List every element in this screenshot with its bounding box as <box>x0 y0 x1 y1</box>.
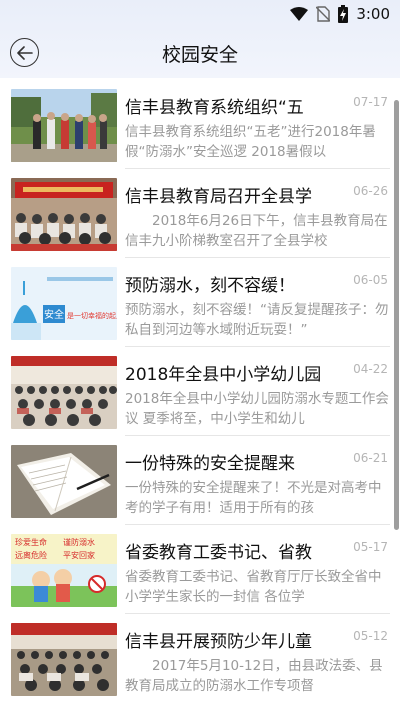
battery-charging-icon <box>338 5 349 23</box>
page-title: 校园安全 <box>161 44 238 66</box>
list-item[interactable]: 信丰县教育系统组织“五 07-17 信丰县教育系统组织“五老”进行2018年暑假… <box>0 84 400 173</box>
article-title: 信丰县教育局召开全县学 <box>125 187 312 207</box>
article-date: 06-26 <box>353 184 388 198</box>
article-date: 05-17 <box>353 540 388 554</box>
article-thumbnail <box>11 445 117 518</box>
article-summary: 信丰县教育系统组织“五老”进行2018年暑假“防溺水”安全巡逻 2018暑假以 <box>125 124 376 160</box>
banner-slogan: 是一切幸福的起点 <box>67 311 117 320</box>
article-title: 2018年全县中小学幼儿园 <box>125 365 322 385</box>
divider <box>125 346 390 347</box>
divider <box>125 613 390 614</box>
article-thumbnail <box>11 178 117 251</box>
no-sim-icon <box>316 6 331 22</box>
article-title: 信丰县开展预防少年儿童 <box>125 632 312 652</box>
scrollbar[interactable] <box>394 100 399 530</box>
article-summary: 省委教育工委书记、省教育厅厅长致全省中小学学生家长的一封信 各位学 <box>125 569 382 605</box>
article-title: 预防溺水，刻不容缓！ <box>125 276 295 296</box>
status-bar: 3:00 <box>0 0 400 28</box>
divider <box>125 257 390 258</box>
article-summary: 预防溺水，刻不容缓！“请反复提醒孩子：勿私自到河边等水域附近玩耍！” <box>125 302 389 338</box>
article-title: 省委教育工委书记、省教 <box>125 543 312 563</box>
status-time: 3:00 <box>356 5 390 23</box>
list-item[interactable]: 信丰县教育局召开全县学 06-26 2018年6月26日下午，信丰县教育局在信丰… <box>0 173 400 262</box>
article-thumbnail <box>11 623 117 696</box>
divider <box>125 524 390 525</box>
article-date: 06-05 <box>353 273 388 287</box>
list-item[interactable]: 2018年全县中小学幼儿园 04-22 2018年全县中小学幼儿园防溺水专题工作… <box>0 351 400 440</box>
article-title: 一份特殊的安全提醒来 <box>125 454 295 474</box>
article-date: 06-21 <box>353 451 388 465</box>
article-date: 05-12 <box>353 629 388 643</box>
app-bar: 校园安全 <box>0 28 400 76</box>
divider <box>125 435 390 436</box>
poster-text-2: 谨防溺水 <box>63 537 95 547</box>
article-summary: 2018年全县中小学幼儿园防溺水专题工作会议 夏季将至，中小学生和幼儿 <box>125 391 389 427</box>
article-thumbnail <box>11 89 117 162</box>
banner-word: 安全 <box>44 308 64 321</box>
poster-text-4: 平安回家 <box>63 550 95 560</box>
poster-text-1: 珍爱生命 <box>15 537 47 547</box>
list-item[interactable]: 珍爱生命 谨防溺水 远离危险 平安回家 省委教育工委书记、省教 05-17 省委… <box>0 529 400 618</box>
list-item[interactable]: 安全 是一切幸福的起点 预防溺水，刻不容缓！ 06-05 预防溺水，刻不容缓！“… <box>0 262 400 351</box>
article-thumbnail: 安全 是一切幸福的起点 <box>11 267 117 340</box>
article-title: 信丰县教育系统组织“五 <box>125 98 304 118</box>
article-summary: 一份特殊的安全提醒来了！不光是对高考中考的学子有用！适用于所有的孩 <box>125 480 382 516</box>
poster-text-3: 远离危险 <box>15 550 47 560</box>
article-date: 04-22 <box>353 362 388 376</box>
article-thumbnail: 珍爱生命 谨防溺水 远离危险 平安回家 <box>11 534 117 607</box>
article-list[interactable]: 信丰县教育系统组织“五 07-17 信丰县教育系统组织“五老”进行2018年暑假… <box>0 84 400 712</box>
list-item[interactable]: 信丰县开展预防少年儿童 05-12 2017年5月10-12日，由县政法委、县教… <box>0 618 400 707</box>
divider <box>125 168 390 169</box>
wifi-icon <box>290 7 309 21</box>
article-summary: 2017年5月10-12日，由县政法委、县教育局成立的防溺水工作专项督 <box>125 658 383 694</box>
article-thumbnail <box>11 356 117 429</box>
article-summary: 2018年6月26日下午，信丰县教育局在信丰九小阶梯教室召开了全县学校 <box>125 213 388 249</box>
list-item[interactable]: 一份特殊的安全提醒来 06-21 一份特殊的安全提醒来了！不光是对高考中考的学子… <box>0 440 400 529</box>
article-date: 07-17 <box>353 95 388 109</box>
